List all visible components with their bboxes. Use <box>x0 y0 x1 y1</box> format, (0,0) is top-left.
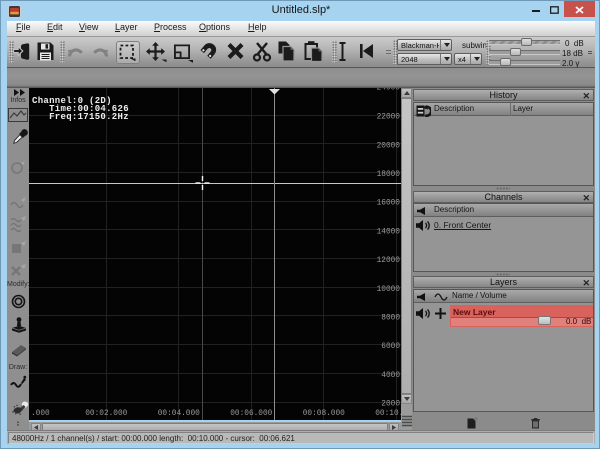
svg-text:00:10.000: 00:10.000 <box>375 410 401 418</box>
svg-text:10000: 10000 <box>377 286 401 294</box>
svg-text:4000: 4000 <box>381 372 400 380</box>
svg-text:Freq:17150.2Hz: Freq:17150.2Hz <box>32 112 129 122</box>
svg-text:2000: 2000 <box>381 401 400 409</box>
svg-text:00:04.000: 00:04.000 <box>158 410 200 418</box>
svg-text:14000: 14000 <box>377 228 401 236</box>
svg-text:00:08.000: 00:08.000 <box>303 410 345 418</box>
svg-text:16000: 16000 <box>377 200 401 208</box>
svg-text:18000: 18000 <box>377 171 401 179</box>
svg-text:00:06.000: 00:06.000 <box>230 410 272 418</box>
svg-text:8000: 8000 <box>381 315 400 323</box>
svg-text:20000: 20000 <box>377 142 401 150</box>
svg-text:22000: 22000 <box>377 114 401 122</box>
svg-text:00:02.000: 00:02.000 <box>85 410 127 418</box>
svg-text:.000: .000 <box>31 410 50 418</box>
svg-text:24000: 24000 <box>377 88 401 92</box>
svg-text:12000: 12000 <box>377 257 401 265</box>
svg-text:6000: 6000 <box>381 343 400 351</box>
